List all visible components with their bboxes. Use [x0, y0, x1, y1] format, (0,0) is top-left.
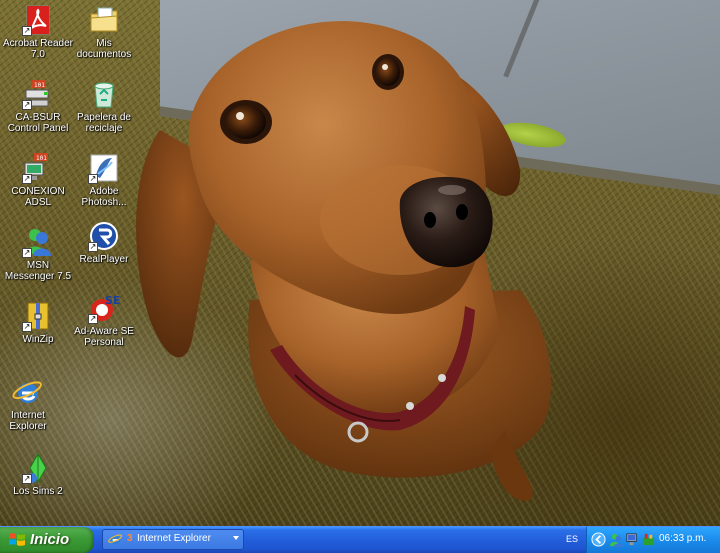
- shortcut-arrow-icon: ↗: [88, 314, 98, 324]
- desktop-icon-msn-messenger[interactable]: ↗ MSN Messenger 7.5: [0, 226, 76, 282]
- acrobat-reader-icon: ↗: [22, 4, 54, 36]
- desktop-icon-label: WinZip: [22, 334, 54, 345]
- internet-explorer-icon: [108, 534, 123, 545]
- chevron-left-icon[interactable]: [591, 532, 606, 547]
- svg-text:101: 101: [36, 155, 47, 162]
- ad-aware-icon: SE ↗: [88, 292, 120, 324]
- desktop-icon-los-sims-2[interactable]: ↗ Los Sims 2: [0, 452, 76, 497]
- desktop-icon-label: MSN Messenger 7.5: [4, 260, 72, 282]
- shortcut-arrow-icon: ↗: [88, 242, 98, 252]
- shortcut-arrow-icon: ↗: [22, 474, 32, 484]
- desktop-icon-label: Internet Explorer: [9, 410, 47, 432]
- taskbar-button-internet-explorer[interactable]: 3 Internet Explorer: [102, 529, 244, 550]
- desktop-icon-label: Papelera de reciclaje: [77, 112, 131, 134]
- svg-text:101: 101: [34, 82, 45, 89]
- windows-flag-icon: [9, 533, 25, 546]
- msn-messenger-icon: ↗: [22, 226, 54, 258]
- my-documents-icon: [88, 4, 120, 36]
- sims-2-icon: ↗: [22, 452, 54, 484]
- winzip-icon: ↗: [22, 300, 54, 332]
- desktop-icon-label: CA-BSUR Control Panel: [7, 112, 69, 134]
- desktop-icon-label: Acrobat Reader 7.0: [2, 38, 74, 60]
- desktop-icon-ca-bsur-control-panel[interactable]: 101 ↗ CA-BSUR Control Panel: [0, 78, 76, 134]
- desktop-icon-papelera[interactable]: Papelera de reciclaje: [66, 78, 142, 134]
- task-group-count: 3: [127, 533, 133, 544]
- start-button-label: Inicio: [30, 531, 70, 548]
- msn-messenger-icon[interactable]: [609, 532, 624, 547]
- desktop-icon-mis-documentos[interactable]: Mis documentos: [66, 4, 142, 60]
- network-computer-icon[interactable]: [625, 532, 640, 547]
- shortcut-arrow-icon: ↗: [22, 174, 32, 184]
- taskbar-clock[interactable]: 06:33 p.m.: [659, 533, 706, 544]
- desktop-icon-label: Mis documentos: [76, 38, 132, 60]
- language-indicator[interactable]: ES: [562, 530, 582, 548]
- shortcut-arrow-icon: ↗: [22, 26, 32, 36]
- realplayer-icon: ↗: [88, 220, 120, 252]
- shortcut-arrow-icon: ↗: [22, 100, 32, 110]
- desktop-icon-label: Los Sims 2: [13, 486, 63, 497]
- adobe-photoshop-icon: ↗: [88, 152, 120, 184]
- shortcut-arrow-icon: ↗: [22, 322, 32, 332]
- shortcut-arrow-icon: ↗: [88, 174, 98, 184]
- desktop-icon-internet-explorer[interactable]: Internet Explorer: [0, 376, 66, 432]
- task-label: Internet Explorer: [137, 533, 211, 544]
- shortcut-arrow-icon: ↗: [22, 248, 32, 258]
- desktop-icon-acrobat-reader[interactable]: ↗ Acrobat Reader 7.0: [0, 4, 76, 60]
- desktop-icon-label: Adobe Photosh...: [81, 186, 127, 208]
- desktop-icon-adobe-photoshop[interactable]: ↗ Adobe Photosh...: [66, 152, 142, 208]
- desktop-icon-label: Ad-Aware SE Personal: [74, 326, 134, 348]
- desktop-icon-ad-aware[interactable]: SE ↗ Ad-Aware SE Personal: [66, 292, 142, 348]
- desktop-icon-realplayer[interactable]: ↗ RealPlayer: [66, 220, 142, 265]
- recycle-bin-icon: [88, 78, 120, 110]
- internet-explorer-icon: [12, 376, 44, 408]
- desktop-icon-label: CONEXION ADSL: [11, 186, 65, 208]
- adsl-connection-icon: 101 ↗: [22, 152, 54, 184]
- chevron-down-icon: [233, 536, 239, 540]
- desktop-icon-label: RealPlayer: [79, 254, 129, 265]
- network-control-panel-icon: 101 ↗: [22, 78, 54, 110]
- system-tray: 06:33 p.m.: [586, 527, 720, 553]
- security-shield-icon[interactable]: [641, 532, 656, 547]
- start-button[interactable]: Inicio: [0, 527, 94, 553]
- svg-text:SE: SE: [105, 294, 120, 307]
- taskbar: Inicio 3 Internet Explorer ES 06:33 p.m.: [0, 526, 720, 553]
- desktop-icon-conexion-adsl[interactable]: 101 ↗ CONEXION ADSL: [0, 152, 76, 208]
- desktop-icon-winzip[interactable]: ↗ WinZip: [0, 300, 76, 345]
